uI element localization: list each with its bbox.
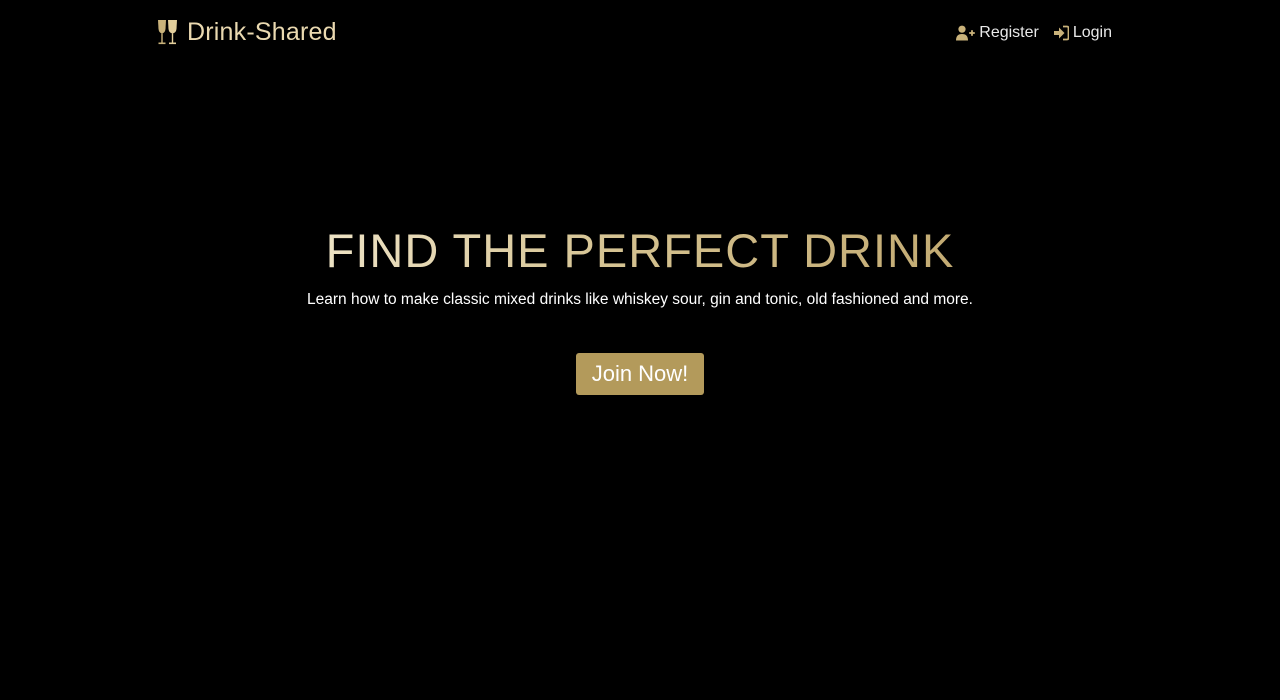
user-plus-icon <box>956 25 979 41</box>
navbar: Drink-Shared Register Login <box>0 0 1280 64</box>
join-now-button[interactable]: Join Now! <box>576 353 704 395</box>
hero-section: FIND THE PERFECT DRINK Learn how to make… <box>0 220 1280 312</box>
register-label: Register <box>979 24 1039 41</box>
hero-subtitle: Learn how to make classic mixed drinks l… <box>307 291 973 308</box>
login-link[interactable]: Login <box>1053 21 1112 45</box>
wine-glasses-icon <box>157 18 179 46</box>
hero-title: FIND THE PERFECT DRINK <box>326 220 955 282</box>
nav-links: Register Login <box>941 21 1112 45</box>
brand-link[interactable]: Drink-Shared <box>157 15 337 49</box>
login-label: Login <box>1072 24 1112 41</box>
register-link[interactable]: Register <box>956 21 1039 45</box>
sign-in-icon <box>1053 25 1073 41</box>
brand-name: Drink-Shared <box>187 18 337 46</box>
